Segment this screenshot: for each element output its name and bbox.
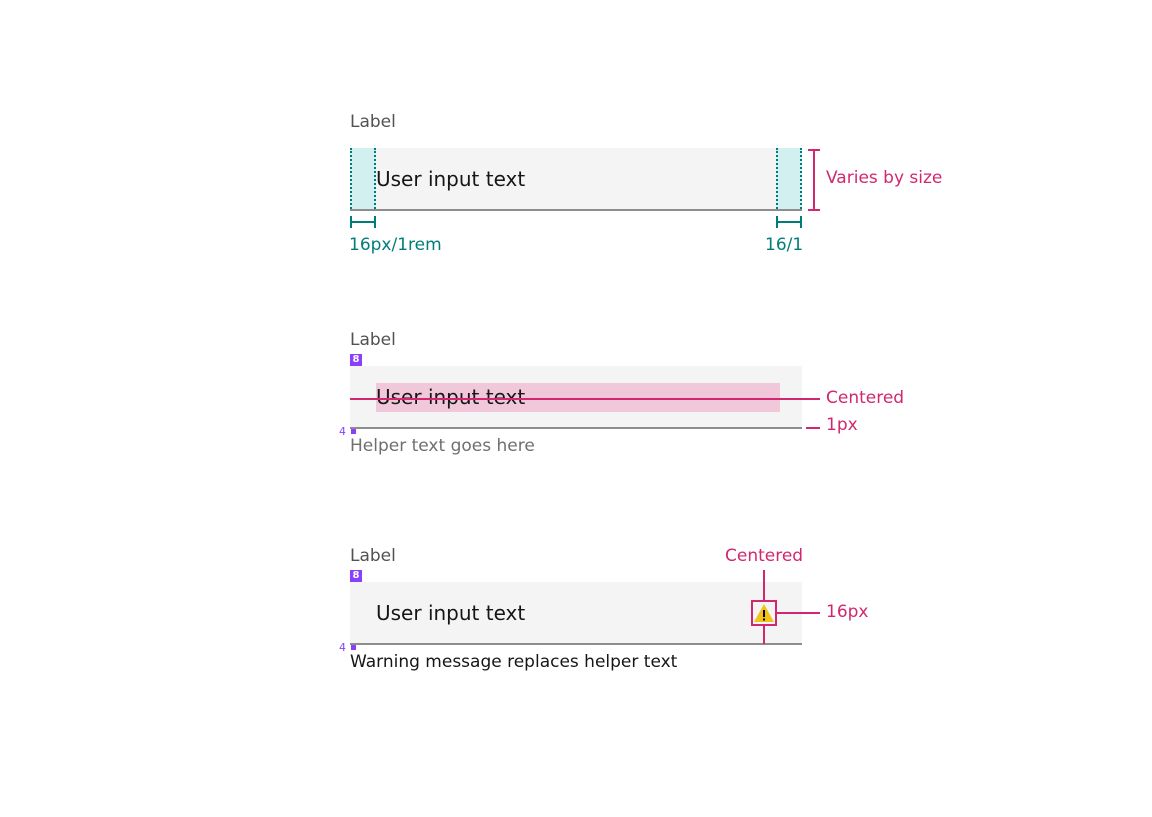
spacing-marker-4 bbox=[351, 645, 356, 650]
right-padding-annotation: 16/1 bbox=[765, 235, 804, 255]
border-pointer-line bbox=[806, 427, 820, 429]
spacing-marker-4 bbox=[351, 429, 356, 434]
warning-message: Warning message replaces helper text bbox=[350, 652, 678, 672]
icon-bounding-box bbox=[751, 600, 777, 626]
height-annotation: Varies by size bbox=[826, 168, 943, 188]
warning-icon bbox=[754, 604, 774, 622]
left-padding-zone bbox=[350, 148, 376, 209]
icon-size-annotation: 16px bbox=[826, 602, 869, 622]
input-value: User input text bbox=[376, 385, 526, 409]
field-label: Label bbox=[350, 330, 396, 350]
measure-line bbox=[813, 149, 815, 211]
helper-text: Helper text goes here bbox=[350, 436, 535, 456]
right-padding-zone bbox=[776, 148, 802, 209]
measure-line bbox=[776, 221, 802, 223]
field-label: Label bbox=[350, 546, 396, 566]
centered-annotation: Centered bbox=[826, 388, 905, 408]
center-line bbox=[350, 398, 820, 400]
border-annotation: 1px bbox=[826, 415, 858, 435]
input-value: User input text bbox=[376, 167, 526, 191]
field-label: Label bbox=[350, 112, 396, 132]
spacing-label-4: 4 bbox=[339, 641, 346, 654]
spacing-badge-8: 8 bbox=[350, 570, 362, 582]
left-padding-annotation: 16px/1rem bbox=[349, 235, 442, 255]
spacing-label-4: 4 bbox=[339, 425, 346, 438]
input-value: User input text bbox=[376, 601, 526, 625]
spacing-badge-8: 8 bbox=[350, 354, 362, 366]
icon-size-pointer-line bbox=[777, 612, 820, 614]
centered-annotation: Centered bbox=[725, 546, 804, 566]
measure-line bbox=[350, 221, 376, 223]
